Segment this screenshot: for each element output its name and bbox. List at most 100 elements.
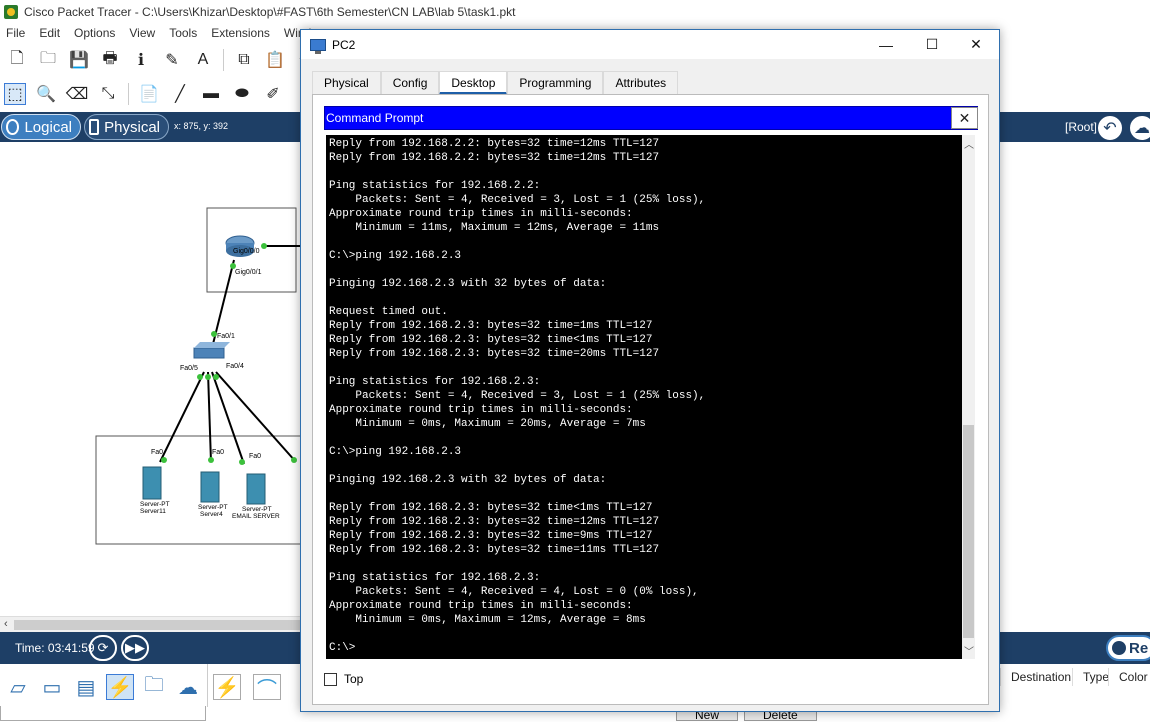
server-name-label: Server11 <box>140 508 166 515</box>
new-file-icon[interactable]: 🗋 <box>6 49 28 71</box>
scroll-up-icon[interactable]: ︿ <box>964 136 974 151</box>
inspect-icon[interactable]: 🔍 <box>35 83 57 105</box>
console-line: Pinging 192.168.2.3 with 32 bytes of dat… <box>329 278 607 290</box>
menu-extensions[interactable]: Extensions <box>211 26 270 40</box>
console-line: Reply from 192.168.2.3: bytes=32 time=9m… <box>329 530 653 542</box>
menu-options[interactable]: Options <box>74 26 115 40</box>
workspace-horizontal-scrollbar[interactable]: ‹ <box>0 616 300 632</box>
switch-server4-link <box>207 371 212 463</box>
top-checkbox[interactable] <box>324 672 337 686</box>
port-status-dot <box>205 374 211 380</box>
paste-icon[interactable]: 📋 <box>264 49 286 71</box>
draw-ellipse-icon[interactable]: ⬬ <box>231 83 253 105</box>
server-port-label: Fa0 <box>249 453 261 460</box>
port-status-dot <box>161 457 167 463</box>
close-icon[interactable]: ✕ <box>953 30 999 59</box>
port-status-dot <box>261 243 267 249</box>
console-line: Reply from 192.168.2.2: bytes=32 time=12… <box>329 152 660 164</box>
fast-forward-icon[interactable]: ▶▶ <box>121 635 149 661</box>
console-line: Reply from 192.168.2.3: bytes=32 time<1m… <box>329 334 653 346</box>
pc2-titlebar[interactable]: PC2 — ☐ ✕ <box>301 30 999 59</box>
realtime-mode-button[interactable]: Re <box>1106 635 1150 661</box>
command-prompt-close-icon[interactable]: ✕ <box>951 107 978 129</box>
miscellaneous-icon[interactable]: 🗀 <box>140 674 168 700</box>
tab-programming[interactable]: Programming <box>507 71 604 95</box>
tab-desktop[interactable]: Desktop <box>439 71 508 95</box>
back-icon[interactable]: ↶ <box>1096 114 1124 142</box>
network-devices-icon[interactable]: ▱ <box>4 674 32 700</box>
multiuser-icon[interactable]: ☁ <box>174 674 202 700</box>
console-line: C:\>ping 192.168.2.3 <box>329 446 462 458</box>
pc2-window: PC2 — ☐ ✕ Physical Config Desktop Progra… <box>300 29 1000 712</box>
connections-icon[interactable]: ⚡ <box>106 674 134 700</box>
pdu-col-color: Color <box>1108 668 1150 686</box>
note-icon[interactable]: 📄 <box>138 83 160 105</box>
tab-attributes[interactable]: Attributes <box>603 71 679 95</box>
minimize-icon[interactable]: — <box>863 30 909 59</box>
scroll-down-icon[interactable]: ﹀ <box>964 643 974 658</box>
scrollbar-thumb[interactable] <box>963 425 974 638</box>
activity-wizard-icon[interactable]: A <box>192 49 214 71</box>
logical-workspace[interactable]: Gig0/0/0 Gig0/0/1 Fa0/1 Fa0/5 Fa0/4 Fa0 … <box>0 142 302 616</box>
pc-icon <box>310 38 326 54</box>
app-title: Cisco Packet Tracer - C:\Users\Khizar\De… <box>24 5 516 19</box>
scroll-left-icon[interactable]: ‹ <box>4 618 8 630</box>
console-output: Reply from 192.168.2.2: bytes=32 time=12… <box>329 137 954 655</box>
copy-icon[interactable]: ⧉ <box>233 49 255 71</box>
simulation-time: Time: 03:41:59 <box>15 641 95 655</box>
draw-rectangle-icon[interactable]: ▬ <box>200 83 222 105</box>
physical-icon <box>89 119 100 135</box>
console-line: C:\>ping 192.168.2.3 <box>329 250 462 262</box>
console-cable-icon[interactable]: ⌒ <box>253 674 281 701</box>
menu-view[interactable]: View <box>129 26 155 40</box>
tab-physical[interactable]: Physical <box>312 71 381 95</box>
components-icon[interactable]: ▤ <box>72 674 100 700</box>
physical-mode-button[interactable]: Physical <box>84 114 169 140</box>
port-status-dot <box>291 457 297 463</box>
freeform-icon[interactable]: ✐ <box>262 83 284 105</box>
toolbar-divider <box>128 83 129 105</box>
end-devices-icon[interactable]: ▭ <box>38 674 66 700</box>
scrollbar-thumb[interactable] <box>14 620 300 630</box>
logical-mode-button[interactable]: Logical <box>1 114 81 140</box>
select-icon[interactable]: ⬚ <box>4 83 26 105</box>
console-line: Packets: Sent = 4, Received = 4, Lost = … <box>329 586 699 598</box>
console-line: Reply from 192.168.2.3: bytes=32 time=1m… <box>329 320 653 332</box>
cloud-icon[interactable]: ☁ <box>1128 114 1150 142</box>
print-icon[interactable]: 🖶 <box>99 49 121 71</box>
port-status-dot <box>213 374 219 380</box>
save-icon[interactable]: 💾 <box>68 49 90 71</box>
maximize-icon[interactable]: ☐ <box>909 30 955 59</box>
info-icon[interactable]: ℹ <box>130 49 152 71</box>
desktop-tab-content: Command Prompt ✕ Reply from 192.168.2.2:… <box>312 94 989 705</box>
auto-connection-icon[interactable]: ⚡ <box>213 674 241 700</box>
command-prompt-console[interactable]: Reply from 192.168.2.2: bytes=32 time=12… <box>326 135 975 659</box>
delete-icon[interactable]: ⌫ <box>66 83 89 105</box>
network-wizard-icon[interactable]: ✎ <box>161 49 183 71</box>
resize-icon[interactable]: ⤡ <box>97 83 119 105</box>
command-prompt-title: Command Prompt <box>326 111 424 125</box>
pc2-tab-bar: Physical Config Desktop Programming Attr… <box>312 71 679 95</box>
menu-tools[interactable]: Tools <box>169 26 197 40</box>
server-area-box <box>95 435 302 545</box>
console-vertical-scrollbar[interactable]: ︿ ﹀ <box>962 135 975 659</box>
draw-line-icon[interactable]: ╱ <box>169 83 191 105</box>
console-line: Reply from 192.168.2.3: bytes=32 time<1m… <box>329 502 653 514</box>
console-line: Packets: Sent = 4, Received = 3, Lost = … <box>329 194 706 206</box>
menu-edit[interactable]: Edit <box>39 26 60 40</box>
server-type-label: Server-PT <box>140 501 170 508</box>
console-line: Ping statistics for 192.168.2.2: <box>329 180 541 192</box>
router-port-label: Gig0/0/1 <box>235 269 262 276</box>
menu-file[interactable]: File <box>6 26 25 40</box>
server-icon <box>142 466 266 505</box>
tab-config[interactable]: Config <box>380 71 440 95</box>
open-folder-icon[interactable]: 🗀 <box>37 49 59 71</box>
switch-port-label: Fa0/4 <box>226 363 244 370</box>
power-cycle-icon[interactable]: ⟳ <box>89 635 117 661</box>
console-line: Reply from 192.168.2.3: bytes=32 time=20… <box>329 348 660 360</box>
switch-server11-link <box>159 371 205 463</box>
